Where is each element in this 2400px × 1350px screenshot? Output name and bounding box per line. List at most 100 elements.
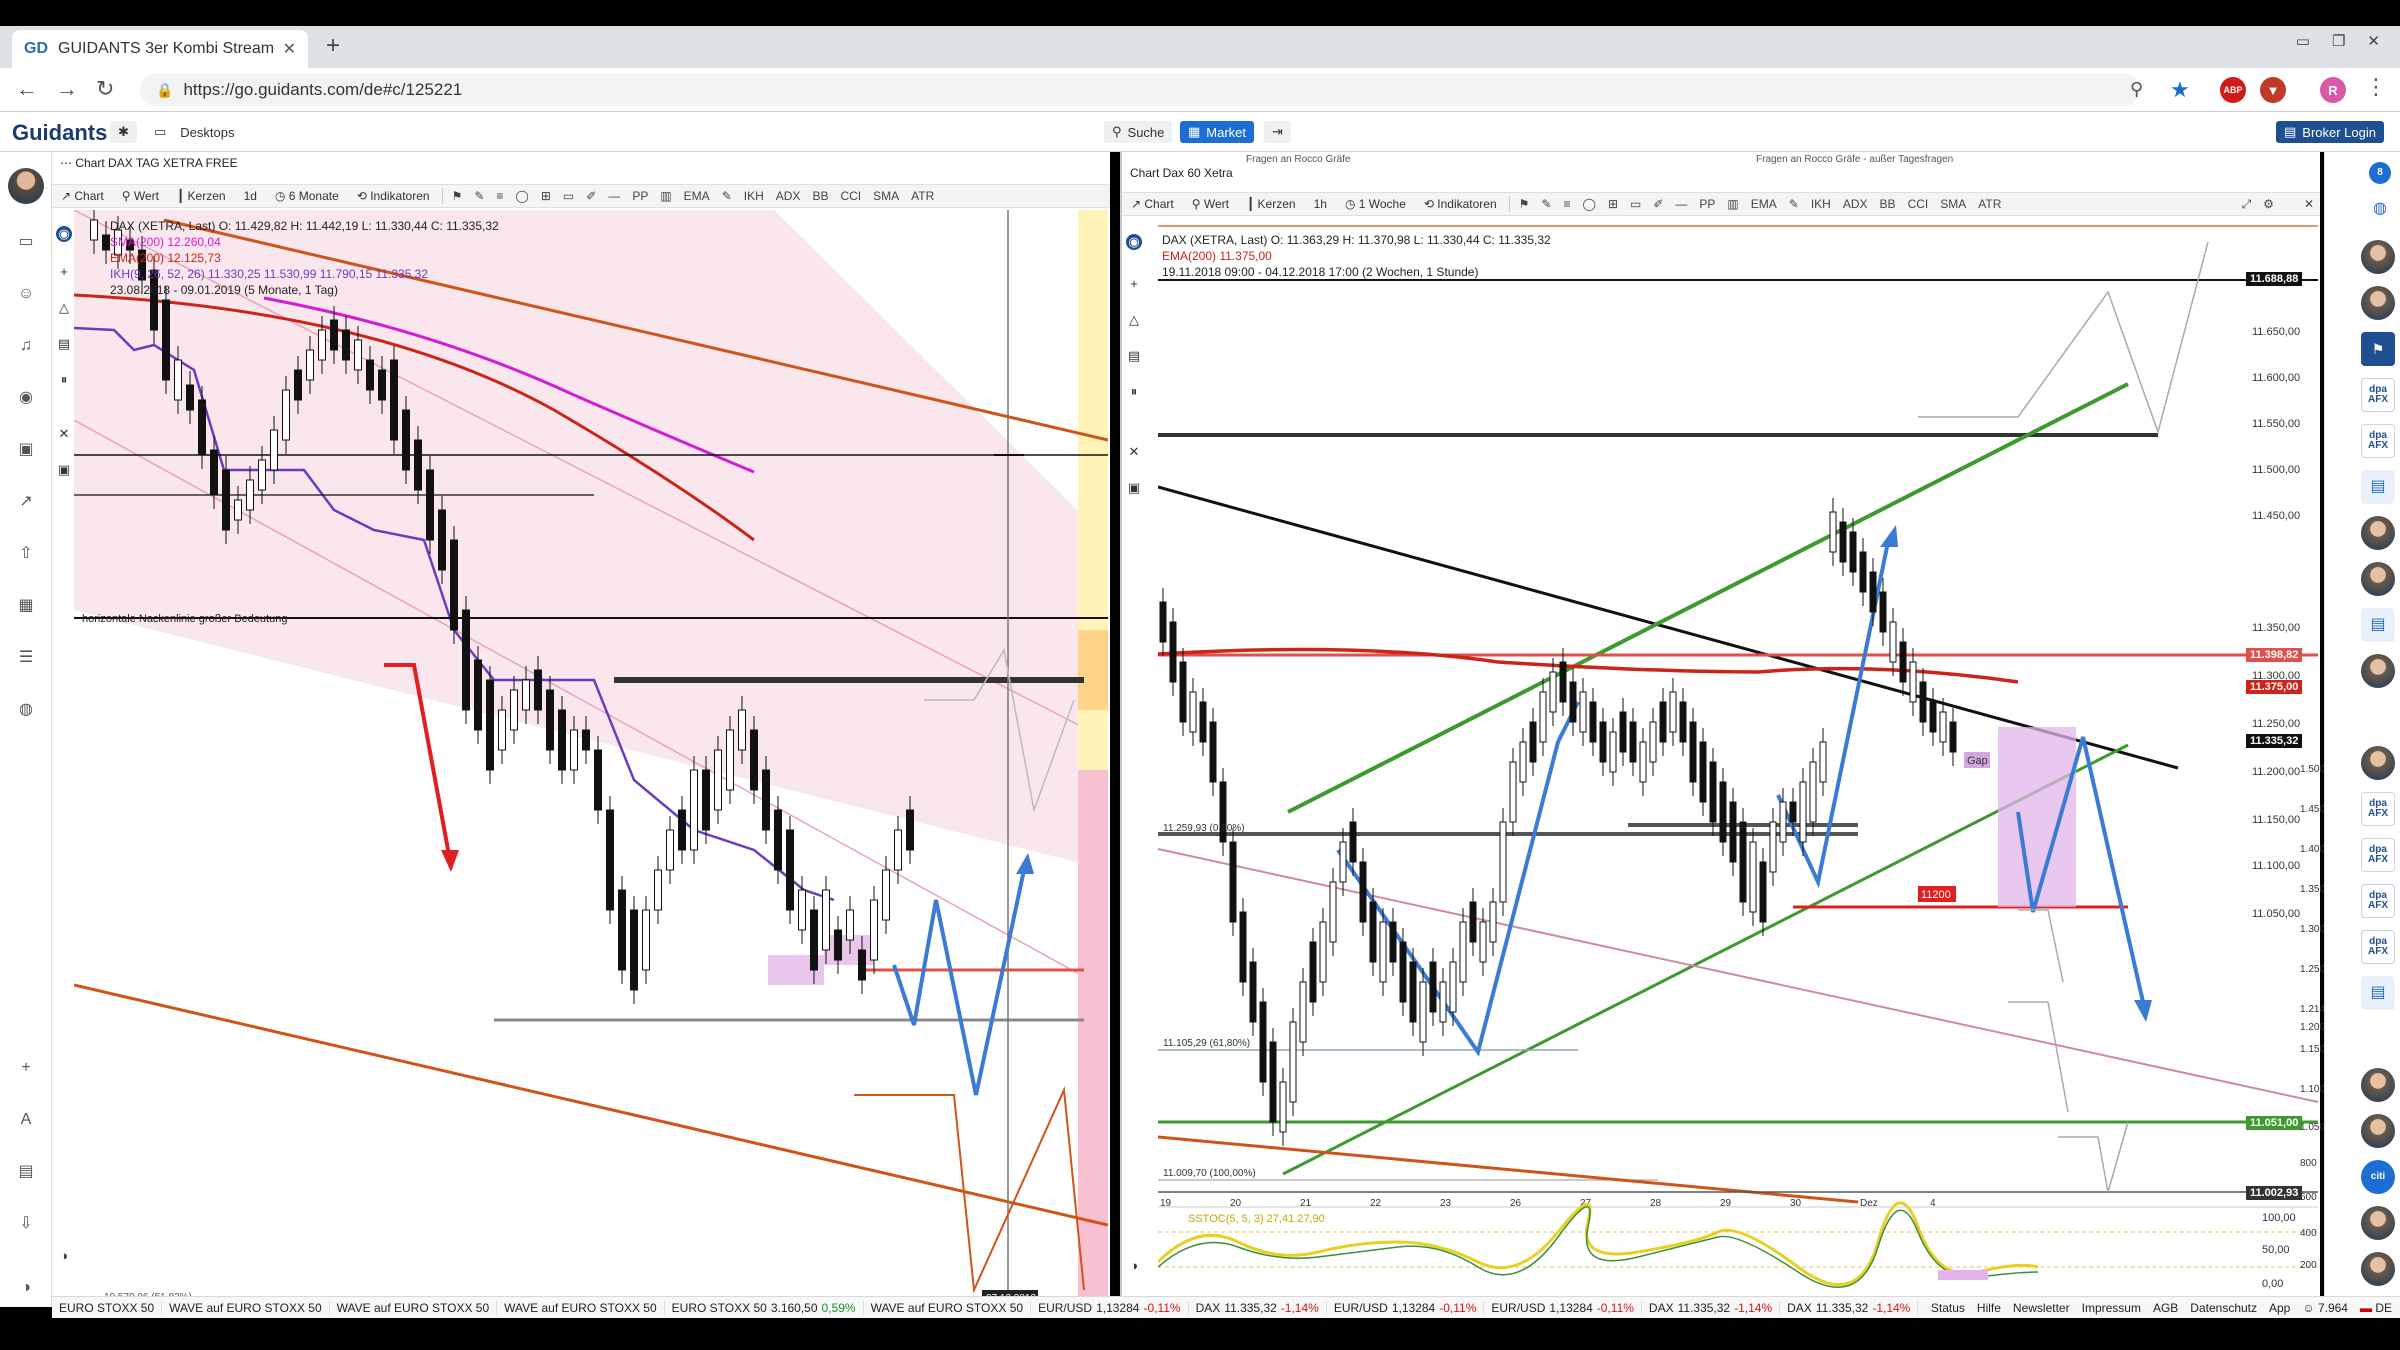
ticker-item[interactable]: WAVE auf EURO STOXX 50 — [497, 1300, 665, 1315]
indicators-button[interactable]: ⟲ Indikatoren — [1415, 197, 1506, 211]
bb-button[interactable]: BB — [1874, 197, 1902, 211]
triangle-icon[interactable]: △ — [1126, 312, 1142, 328]
ticker-item[interactable]: EUR/USD 1,13284 -0,11% — [1031, 1300, 1189, 1315]
dpa-afx-badge-4[interactable]: dpa AFX — [2361, 838, 2395, 872]
dpa-afx-badge-5[interactable]: dpa AFX — [2361, 884, 2395, 918]
ticker-item[interactable]: DAX 11.335,32 -1,14% — [1780, 1300, 1919, 1315]
author-avatar-9[interactable] — [2361, 1206, 2395, 1240]
sma-button[interactable]: SMA — [867, 189, 905, 203]
new-tab-button[interactable]: + — [326, 32, 340, 60]
logout-button[interactable]: ⇥ — [1264, 121, 1291, 143]
hidden-tab-1[interactable]: Fragen an Rocco Gräfe — [1246, 154, 1351, 165]
imprint-link[interactable]: Impressum — [2082, 1301, 2141, 1315]
adx-button[interactable]: ADX — [1837, 197, 1874, 211]
author-avatar-2[interactable] — [2361, 286, 2395, 320]
address-bar[interactable]: 🔒 https://go.guidants.com/de#c/125221 — [140, 74, 2140, 106]
bb-button[interactable]: BB — [806, 189, 834, 203]
sma-button[interactable]: SMA — [1934, 197, 1972, 211]
author-avatar-1[interactable] — [2361, 240, 2395, 274]
lines-tool[interactable]: ≡ — [1557, 197, 1576, 211]
left-price-chart[interactable]: horizontale Nackenlinie großer Bedeutung… — [74, 210, 1108, 1304]
pencil-tool[interactable]: ✐ — [580, 189, 602, 203]
zoom-icon[interactable]: ⚲ — [2130, 79, 2143, 100]
status-link[interactable]: Status — [1931, 1301, 1965, 1315]
brush-tool[interactable]: ✎ — [716, 189, 738, 203]
chart-line-icon[interactable]: ↗ — [16, 492, 36, 512]
close-tools-icon[interactable]: ✕ — [56, 426, 72, 442]
people-icon[interactable]: ☺ — [16, 284, 36, 304]
forward-icon[interactable]: → — [56, 76, 78, 102]
adblock-icon[interactable]: ABP — [2220, 77, 2246, 103]
user-avatar[interactable] — [8, 168, 44, 204]
ticker-item[interactable]: EUR/USD 1,13284 -0,11% — [1327, 1300, 1485, 1315]
app-link[interactable]: App — [2269, 1301, 2290, 1315]
ticker-item[interactable]: EUR/USD 1,13284 -0,11% — [1484, 1300, 1642, 1315]
bookmark-star-icon[interactable]: ★ — [2170, 77, 2190, 103]
marker-tool[interactable]: ⚑ — [446, 189, 469, 203]
triangle-icon[interactable]: △ — [56, 300, 72, 316]
settings-gear-icon[interactable]: ⚙ — [2257, 197, 2280, 211]
pause-icon[interactable]: ⏸ — [56, 372, 72, 388]
trash-icon[interactable]: ▥ — [654, 189, 677, 203]
monitor-icon[interactable]: ▭ — [16, 232, 36, 252]
extension-shield-icon[interactable]: ▼ — [2260, 77, 2286, 103]
ikh-button[interactable]: IKH — [738, 189, 770, 203]
ticker-item[interactable]: WAVE auf EURO STOXX 50 — [864, 1300, 1032, 1315]
chart-menu-icon[interactable]: ◉ — [1126, 234, 1142, 250]
delete-icon[interactable]: ▣ — [56, 462, 72, 478]
maximize-icon[interactable]: ⤢ — [2236, 197, 2258, 212]
draw-tool[interactable]: ✎ — [468, 189, 490, 203]
notification-badge[interactable]: 8 — [2369, 162, 2391, 184]
ticker-item[interactable]: DAX 11.335,32 -1,14% — [1642, 1300, 1781, 1315]
atr-button[interactable]: ATR — [905, 189, 940, 203]
value-button[interactable]: ⚲ Wert — [113, 189, 168, 203]
interval-button[interactable]: 1h — [1305, 197, 1336, 211]
adx-button[interactable]: ADX — [770, 189, 807, 203]
rect-tool[interactable]: ▭ — [557, 189, 580, 203]
theme-icon[interactable]: ◑ — [56, 1248, 72, 1263]
profile-avatar[interactable]: R — [2320, 77, 2346, 103]
delete-icon[interactable]: ▣ — [1126, 480, 1142, 496]
author-avatar-7[interactable] — [2361, 1068, 2395, 1102]
draw-tool[interactable]: ✎ — [1535, 197, 1557, 211]
hidden-tab-2[interactable]: Fragen an Rocco Gräfe - außer Tagesfrage… — [1756, 154, 1953, 165]
search-button[interactable]: ⚲ Suche — [1104, 121, 1173, 143]
news-list-icon[interactable]: ▤ — [2361, 470, 2395, 504]
chart-type-button[interactable]: ↗ Chart — [1122, 197, 1183, 211]
pattern-icon[interactable]: ▤ — [56, 336, 72, 352]
rect-tool[interactable]: ▭ — [1624, 197, 1647, 211]
browser-tab[interactable]: GD GUIDANTS 3er Kombi Stream-De ✕ — [12, 30, 308, 68]
news-list-icon-3[interactable]: ▤ — [2361, 976, 2395, 1010]
dpa-afx-badge-1[interactable]: dpa AFX — [2361, 378, 2395, 412]
help-link[interactable]: Hilfe — [1977, 1301, 2001, 1315]
bank-logo-icon[interactable]: ⚑ — [2361, 332, 2395, 366]
contrast-icon[interactable]: ◑ — [16, 1278, 36, 1298]
pin-button[interactable]: ✱ — [110, 121, 137, 143]
globe-icon[interactable]: ◍ — [16, 700, 36, 720]
news-icon[interactable]: ☰ — [16, 648, 36, 668]
pattern-icon[interactable]: ▤ — [1126, 348, 1142, 364]
add-icon[interactable]: + — [16, 1058, 36, 1078]
language-selector[interactable]: ▬ DE — [2360, 1301, 2392, 1315]
broker-login-button[interactable]: ▤ Broker Login — [2275, 121, 2384, 143]
candles-button[interactable]: ┃ Kerzen — [168, 189, 235, 203]
newsletter-link[interactable]: Newsletter — [2013, 1301, 2070, 1315]
ticker-item[interactable]: EURO STOXX 50 — [52, 1300, 163, 1315]
ticker-item[interactable]: DAX 11.335,32 -1,14% — [1189, 1300, 1327, 1315]
ticker-item[interactable]: EURO STOXX 50 3.160,50 0,59% — [665, 1300, 864, 1315]
money-icon[interactable]: ▣ — [16, 440, 36, 460]
author-avatar-5[interactable] — [2361, 654, 2395, 688]
crosshair-icon[interactable]: + — [56, 264, 72, 279]
brush-tool[interactable]: ✎ — [1783, 197, 1805, 211]
pp-button[interactable]: PP — [626, 189, 654, 203]
ema-button[interactable]: EMA — [678, 189, 716, 203]
close-window-icon[interactable]: ✕ — [2367, 32, 2380, 50]
range-button[interactable]: ◷ 1 Woche — [1336, 197, 1415, 211]
dpa-afx-badge-6[interactable]: dpa AFX — [2361, 930, 2395, 964]
market-button[interactable]: ▦ Market — [1180, 121, 1255, 143]
pencil-tool[interactable]: ✐ — [1647, 197, 1669, 211]
author-avatar-4[interactable] — [2361, 562, 2395, 596]
pause-icon[interactable]: ⏸ — [1126, 384, 1142, 400]
author-avatar-6[interactable] — [2361, 746, 2395, 780]
ticker-item[interactable]: WAVE auf EURO STOXX 50 — [330, 1300, 498, 1315]
